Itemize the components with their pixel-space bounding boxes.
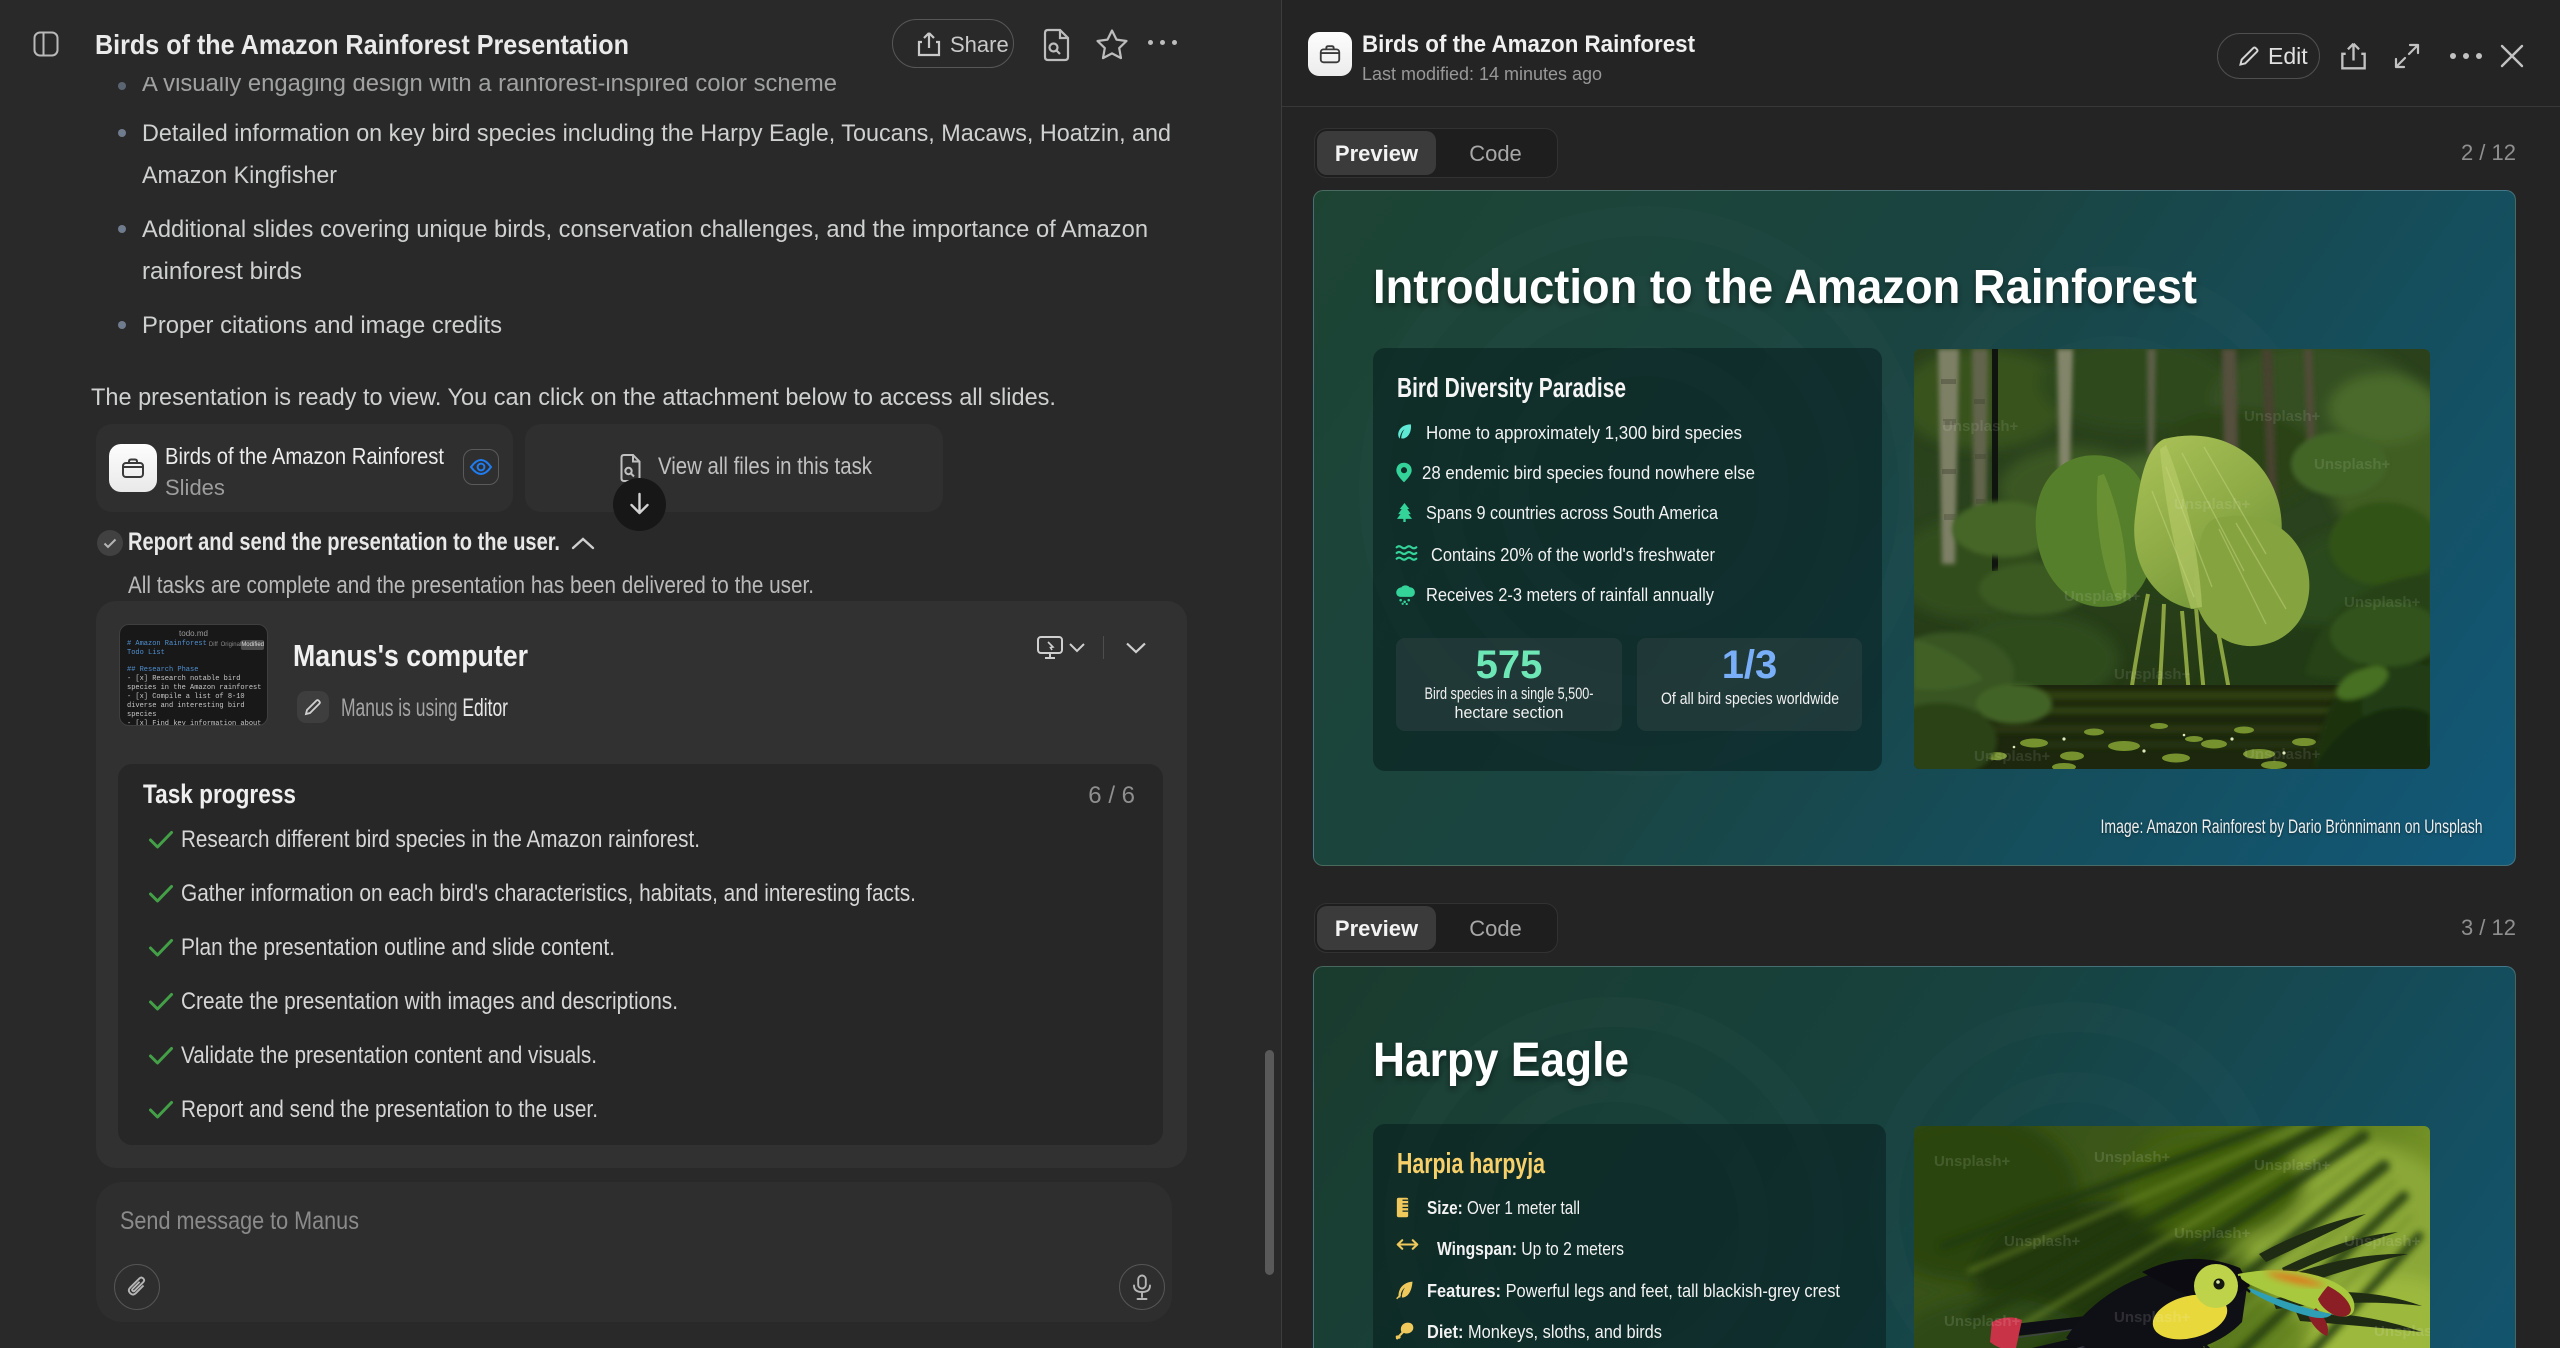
svg-text:Unsplash+: Unsplash+ bbox=[2244, 408, 2321, 425]
svg-text:Unsplash+: Unsplash+ bbox=[2344, 1233, 2421, 1250]
svg-text:Unsplash+: Unsplash+ bbox=[2094, 1149, 2171, 1166]
svg-text:Unsplash+: Unsplash+ bbox=[2254, 1157, 2331, 1174]
svg-text:Unsplash+: Unsplash+ bbox=[2374, 1323, 2430, 1340]
svg-text:Unsplash+: Unsplash+ bbox=[1942, 418, 2019, 435]
svg-text:Unsplash+: Unsplash+ bbox=[2004, 1233, 2081, 1250]
svg-text:Unsplash+: Unsplash+ bbox=[1934, 1153, 2011, 1170]
svg-text:Unsplash+: Unsplash+ bbox=[2114, 1309, 2191, 1326]
svg-text:Unsplash+: Unsplash+ bbox=[2314, 456, 2391, 473]
svg-text:Unsplash+: Unsplash+ bbox=[2174, 1225, 2251, 1242]
svg-text:Unsplash+: Unsplash+ bbox=[2174, 496, 2251, 513]
svg-text:Unsplash+: Unsplash+ bbox=[2344, 594, 2421, 611]
svg-text:Unsplash+: Unsplash+ bbox=[2244, 746, 2321, 763]
svg-text:Unsplash+: Unsplash+ bbox=[2114, 666, 2191, 683]
svg-text:Unsplash+: Unsplash+ bbox=[1944, 1313, 2021, 1330]
svg-text:Unsplash+: Unsplash+ bbox=[1974, 748, 2051, 765]
svg-text:Unsplash+: Unsplash+ bbox=[2064, 588, 2141, 605]
